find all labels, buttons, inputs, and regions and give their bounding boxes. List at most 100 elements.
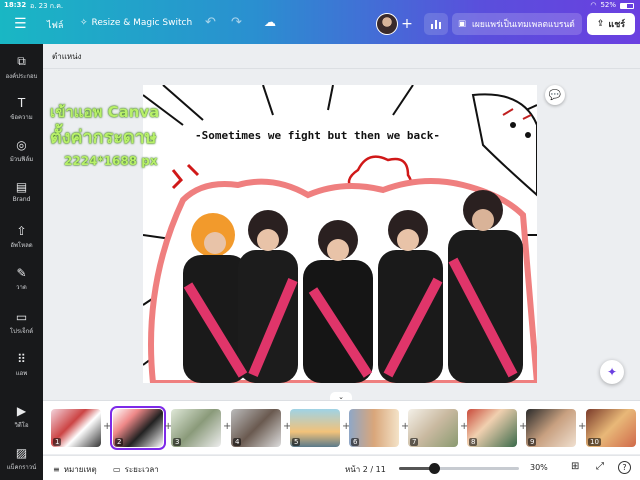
text-icon: T bbox=[17, 96, 26, 110]
redo-icon[interactable]: ↷ bbox=[231, 15, 242, 30]
page-number: 10 bbox=[588, 438, 601, 446]
page-thumbnail[interactable]: 1 bbox=[51, 409, 101, 447]
share-button[interactable]: ⇪ แชร์ bbox=[587, 13, 635, 35]
bar-chart-icon-bar bbox=[435, 20, 437, 29]
draw-icon: ✎ bbox=[16, 266, 27, 280]
upload-icon: ⇧ bbox=[16, 224, 27, 238]
video-icon: ▶ bbox=[16, 404, 27, 418]
page-thumbnail[interactable]: 4 bbox=[231, 409, 281, 447]
page-number: 6 bbox=[351, 438, 360, 446]
publish-template-button[interactable]: ▣ เผยแพร่เป็นเทมเพลตแบรนด์ bbox=[452, 13, 582, 35]
undo-icon[interactable]: ↶ bbox=[205, 15, 216, 30]
sidebar-item-label: ม้วนฟิล์ม bbox=[9, 156, 34, 163]
page-thumbnail[interactable]: 3 bbox=[171, 409, 221, 447]
bottom-bar: ≡ หมายเหตุ ▭ ระยะเวลา หน้า 2 / 11 30% ⊞ … bbox=[43, 455, 640, 480]
battery-icon bbox=[620, 2, 634, 9]
sidebar-item-label: แอพ bbox=[15, 370, 28, 377]
overlay-text-line1: เข้าแอพ Canva bbox=[50, 103, 160, 121]
bar-chart-icon-bar bbox=[439, 22, 441, 29]
page-indicator[interactable]: หน้า 2 / 11 bbox=[345, 463, 386, 476]
resize-button[interactable]: ✧ Resize & Magic Switch bbox=[80, 18, 192, 28]
sidebar-item-apps[interactable]: ⠿ แอพ bbox=[0, 352, 43, 378]
overlay-text-line2: ตั้งค่ากระดาษ bbox=[50, 127, 157, 148]
magic-assistant-button[interactable]: ✦ bbox=[600, 360, 624, 384]
resize-label: Resize & Magic Switch bbox=[91, 18, 193, 28]
page-thumbnail[interactable]: 10 bbox=[586, 409, 636, 447]
sidebar-item-label: อัพโหลด bbox=[10, 242, 33, 249]
sidebar-item-background[interactable]: ▨ แบ็คกราวน์ bbox=[0, 446, 43, 472]
sidebar-item-projects[interactable]: ▭ โปรเจ็กต์ bbox=[0, 310, 43, 336]
status-time: 18:32 bbox=[4, 1, 27, 9]
sidebar-item-uploads[interactable]: ⇧ อัพโหลด bbox=[0, 224, 43, 250]
battery-percent: 52% bbox=[600, 1, 616, 9]
editor-toolbar: ☰ ไฟล์ ✧ Resize & Magic Switch ↶ ↷ ☁ + ▣… bbox=[0, 10, 640, 44]
sidebar-item-video[interactable]: ▶ วิดีโอ bbox=[0, 404, 43, 430]
add-page-icon[interactable]: + bbox=[103, 421, 111, 432]
page-number: 9 bbox=[528, 438, 537, 446]
fullscreen-icon[interactable]: ⤢ bbox=[596, 461, 604, 472]
sidebar-item-brand[interactable]: ▤ Brand bbox=[0, 180, 43, 203]
sidebar-item-label: วาด bbox=[16, 284, 27, 291]
page-thumbnail[interactable]: 7 bbox=[408, 409, 458, 447]
sidebar-item-draw[interactable]: ✎ วาด bbox=[0, 266, 43, 292]
bar-chart-icon bbox=[431, 24, 433, 29]
help-icon[interactable]: ? bbox=[618, 461, 631, 474]
file-menu[interactable]: ไฟล์ bbox=[47, 18, 63, 32]
sidebar-item-label: วิดีโอ bbox=[14, 422, 29, 429]
notes-label: หมายเหตุ bbox=[63, 465, 97, 474]
comment-plus-icon: 💬 bbox=[548, 89, 562, 101]
status-bar: 18:32 อ. 23 ก.ค. ◠ 52% bbox=[0, 0, 640, 10]
page-number: 7 bbox=[410, 438, 419, 446]
notes-button[interactable]: ≡ หมายเหตุ bbox=[53, 463, 97, 476]
add-collaborator-button[interactable]: + bbox=[397, 14, 417, 34]
template-icon: ▣ bbox=[458, 19, 467, 29]
sidebar-item-label: โปรเจ็กต์ bbox=[9, 328, 34, 335]
plus-icon: + bbox=[401, 16, 413, 32]
brand-icon: ▤ bbox=[15, 180, 28, 194]
left-sidebar: ⧉ องค์ประกอบ T ข้อความ ◎ ม้วนฟิล์ม ▤ Bra… bbox=[0, 44, 43, 480]
avatar[interactable] bbox=[376, 13, 398, 35]
grid-view-icon[interactable]: ⊞ bbox=[571, 461, 579, 472]
page-thumbnail[interactable]: 6 bbox=[349, 409, 399, 447]
page-thumbnail[interactable]: 9 bbox=[526, 409, 576, 447]
elements-icon: ⧉ bbox=[17, 54, 26, 68]
cloud-saved-icon[interactable]: ☁ bbox=[264, 15, 276, 29]
duration-label: ระยะเวลา bbox=[124, 465, 159, 474]
projects-icon: ▭ bbox=[15, 310, 28, 324]
zoom-percent[interactable]: 30% bbox=[530, 463, 548, 472]
zoom-slider-knob[interactable] bbox=[429, 463, 440, 474]
page-number: 4 bbox=[233, 438, 242, 446]
page-thumbnail[interactable]: 5 bbox=[290, 409, 340, 447]
page-thumbnail-selected[interactable]: 2 bbox=[110, 406, 166, 450]
sparkle-icon: ✧ bbox=[80, 18, 88, 28]
overlay-text-line3: 2224*1688 px bbox=[64, 154, 158, 168]
page-number: 5 bbox=[292, 438, 301, 446]
apps-icon: ⠿ bbox=[17, 352, 26, 366]
insights-button[interactable] bbox=[424, 13, 448, 35]
upload-share-icon: ⇪ bbox=[596, 19, 605, 29]
position-label[interactable]: ตำแหน่ง bbox=[52, 50, 82, 63]
status-right: ◠ 52% bbox=[590, 1, 634, 9]
page-number: 8 bbox=[469, 438, 478, 446]
menu-icon[interactable]: ☰ bbox=[14, 16, 27, 32]
sidebar-item-camera-roll[interactable]: ◎ ม้วนฟิล์ม bbox=[0, 138, 43, 164]
sidebar-item-label: องค์ประกอบ bbox=[5, 73, 38, 80]
wifi-icon: ◠ bbox=[590, 1, 597, 9]
page-thumbnail[interactable]: 8 bbox=[467, 409, 517, 447]
publish-label: เผยแพร่เป็นเทมเพลตแบรนด์ bbox=[472, 20, 575, 30]
page-thumbnail-strip: 1 + 2 + 3 + 4 + 5 + 6 + 7 + 8 + 9 + 10 bbox=[43, 400, 640, 454]
sidebar-item-label: ข้อความ bbox=[10, 114, 33, 121]
duration-button[interactable]: ▭ ระยะเวลา bbox=[113, 463, 159, 476]
notes-icon: ≡ bbox=[53, 465, 60, 474]
page-number: 3 bbox=[173, 438, 182, 446]
design-caption[interactable]: -Sometimes we fight but then we back- bbox=[195, 129, 440, 142]
page-number: 2 bbox=[115, 438, 124, 446]
timer-icon: ▭ bbox=[113, 465, 121, 474]
design-page[interactable]: -Sometimes we fight but then we back- bbox=[143, 85, 537, 383]
sidebar-item-elements[interactable]: ⧉ องค์ประกอบ bbox=[0, 54, 43, 81]
background-icon: ▨ bbox=[15, 446, 28, 460]
sidebar-item-text[interactable]: T ข้อความ bbox=[0, 96, 43, 122]
sidebar-item-label: แบ็คกราวน์ bbox=[6, 464, 37, 471]
zoom-slider[interactable] bbox=[399, 463, 519, 474]
add-comment-button[interactable]: 💬 bbox=[545, 85, 565, 105]
